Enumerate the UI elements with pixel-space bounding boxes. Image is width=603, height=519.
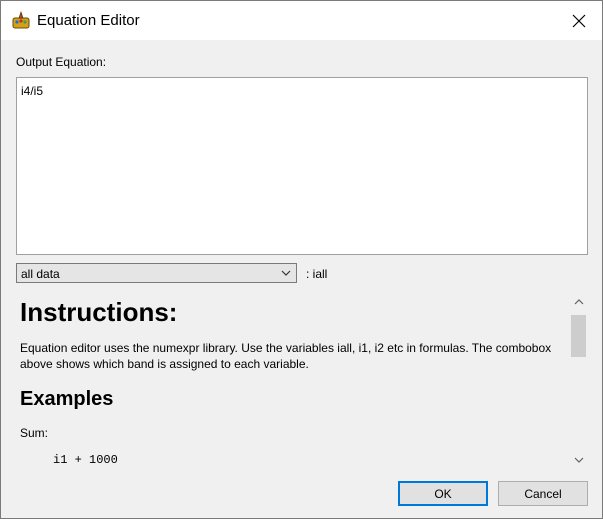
band-select[interactable]: all data [16,263,297,283]
band-variable-label: : iall [306,267,328,281]
instructions-heading: Instructions: [20,297,178,327]
close-icon [572,14,586,27]
instructions-scrollbar[interactable] [569,293,588,468]
example-code: i1 + 1000 [53,453,118,467]
scroll-thumb[interactable] [571,315,586,357]
band-select-value: all data [21,267,60,281]
scroll-up-button[interactable] [569,293,588,310]
chevron-up-icon [574,298,583,304]
output-equation-value: i4/i5 [21,84,44,98]
instructions-panel[interactable]: Instructions: Equation editor uses the n… [16,293,588,468]
examples-heading: Examples [20,388,114,410]
instructions-body: Equation editor uses the numexpr library… [20,341,552,371]
equation-editor-window: Equation Editor Output Equation: i4/i5 a… [0,0,603,519]
scroll-down-button[interactable] [569,451,588,468]
window-title: Equation Editor [37,12,140,29]
cancel-button[interactable]: Cancel [498,481,588,506]
example-label: Sum: [20,426,49,440]
chevron-down-icon [281,270,291,276]
ok-button[interactable]: OK [398,481,488,506]
paint-palette-icon [12,11,30,29]
chevron-down-icon [574,457,583,463]
output-equation-field[interactable]: i4/i5 [16,77,588,255]
close-button[interactable] [556,1,602,40]
output-equation-label: Output Equation: [16,55,107,69]
title-bar[interactable]: Equation Editor [1,1,602,40]
